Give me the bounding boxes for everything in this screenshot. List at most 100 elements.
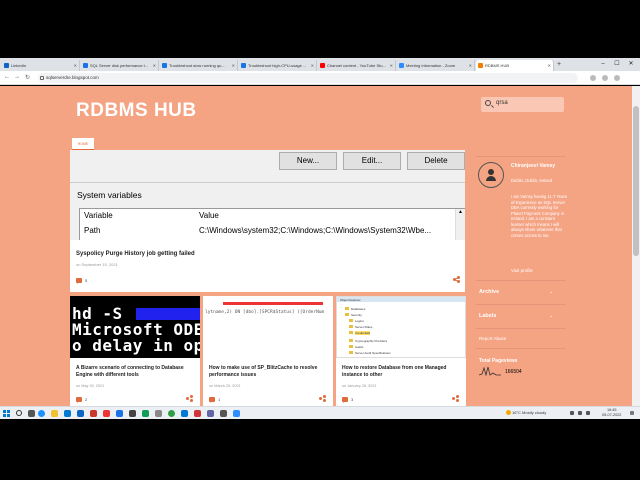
close-window-button[interactable]: ✕ <box>624 58 638 71</box>
task-view-icon[interactable] <box>28 410 35 417</box>
office-icon[interactable] <box>90 410 97 417</box>
minimize-button[interactable]: – <box>596 58 610 71</box>
menu-icon[interactable] <box>614 75 620 81</box>
tab-sql-disk[interactable]: SQL Server disk performance t... ✕ <box>81 60 159 71</box>
search-input[interactable]: qrsa <box>481 97 564 112</box>
chevron-down-icon[interactable]: ⌄ <box>549 289 553 295</box>
chrome-icon[interactable] <box>142 410 149 417</box>
microsoft-docs-icon <box>162 63 167 68</box>
post-card[interactable]: Object Explorer Databases Security Login… <box>336 296 466 406</box>
share-icon[interactable] <box>452 395 459 402</box>
share-icon[interactable] <box>186 395 193 402</box>
maximize-button[interactable]: ☐ <box>610 58 624 71</box>
back-arrow-icon[interactable]: ← <box>4 74 10 80</box>
system-clock[interactable]: 16:45 05-07-2022 <box>602 408 621 418</box>
post-date: on January 26, 2021 <box>342 384 377 388</box>
close-tab-icon[interactable]: ✕ <box>232 60 235 71</box>
comment-icon[interactable] <box>209 397 215 403</box>
powerpoint-icon[interactable] <box>194 410 201 417</box>
scroll-up-icon: ▲ <box>455 209 465 240</box>
avatar[interactable] <box>478 162 504 188</box>
close-tab-icon[interactable]: ✕ <box>153 60 156 71</box>
tab-youtube[interactable]: Channel content - YouTube Stu... ✕ <box>318 60 396 71</box>
user-body-icon <box>486 176 496 181</box>
weather-text: 16°C Mostly cloudy <box>512 410 547 415</box>
tab-zoom[interactable]: Meeting Information - Zoom ✕ <box>397 60 475 71</box>
profile-name[interactable]: Chiranjeevi Vamsy <box>511 163 566 170</box>
blog-page: RDBMS HUB qrsa HOME New... Edit... Delet… <box>0 86 640 406</box>
battery-icon[interactable] <box>586 411 590 415</box>
profile-icon[interactable] <box>602 75 608 81</box>
settings-icon[interactable] <box>155 410 162 417</box>
terminal-icon[interactable] <box>129 410 136 417</box>
taskbar: 16°C Mostly cloudy 16:45 05-07-2022 <box>0 406 640 419</box>
tab-linkedin[interactable]: LinkedIn ✕ <box>2 60 80 71</box>
windows-start-icon[interactable] <box>3 410 10 417</box>
chevron-down-icon[interactable]: ⌄ <box>549 313 553 319</box>
tab-rdbms-hub[interactable]: RDBMS HUB ✕ <box>476 60 554 71</box>
linkedin-icon <box>4 63 9 68</box>
tab-troubleshoot-slow[interactable]: Troubleshoot slow running qu... ✕ <box>160 60 238 71</box>
featured-post-date: on September 15, 2021 <box>76 262 118 267</box>
network-icon[interactable] <box>570 411 574 415</box>
post-title[interactable]: How to restore Database from one Managed… <box>342 365 460 379</box>
share-icon[interactable] <box>319 395 326 402</box>
reload-icon[interactable]: ↻ <box>25 74 30 81</box>
microsoft-docs-icon <box>83 63 88 68</box>
browser-tab-bar: LinkedIn ✕ SQL Server disk performance t.… <box>0 58 640 71</box>
post-title[interactable]: How to make use of SP_BlitzCache to reso… <box>209 365 327 379</box>
notification-icon[interactable] <box>630 411 634 415</box>
featured-post-title[interactable]: Syspolicy Purge History job getting fail… <box>76 251 195 257</box>
featured-post[interactable]: New... Edit... Delete System variables V… <box>70 150 465 292</box>
comment-icon[interactable] <box>76 278 82 284</box>
close-tab-icon[interactable]: ✕ <box>469 60 472 71</box>
mail-icon[interactable] <box>77 410 84 417</box>
app-icon[interactable] <box>103 410 110 417</box>
notepad-icon[interactable] <box>220 410 227 417</box>
tab-home[interactable]: HOME <box>72 138 94 150</box>
tab-label: Meeting Information - Zoom <box>406 63 456 68</box>
blog-title[interactable]: RDBMS HUB <box>76 100 197 122</box>
zoom-icon[interactable] <box>233 410 240 417</box>
close-tab-icon[interactable]: ✕ <box>311 60 314 71</box>
desktop-screen: LinkedIn ✕ SQL Server disk performance t.… <box>0 0 640 480</box>
share-icon[interactable] <box>453 276 460 283</box>
scrollbar-thumb[interactable] <box>633 106 639 256</box>
folder-icon <box>349 331 353 334</box>
comment-count: 5 <box>85 278 88 283</box>
comment-count: 1 <box>218 397 221 402</box>
file-explorer-icon[interactable] <box>51 410 58 417</box>
new-tab-button[interactable]: + <box>557 60 561 70</box>
edge-icon[interactable] <box>38 410 45 417</box>
weather-widget[interactable]: 16°C Mostly cloudy <box>506 410 547 415</box>
page-scrollbar[interactable] <box>632 86 640 406</box>
report-abuse-link[interactable]: Report Abuse <box>479 336 506 341</box>
thumbnail-titlebar: Object Explorer <box>337 297 465 302</box>
close-tab-icon[interactable]: ✕ <box>390 60 393 71</box>
teams-icon[interactable] <box>207 410 214 417</box>
thumbnail-text: Security <box>351 313 362 317</box>
comment-icon[interactable] <box>76 397 82 403</box>
close-tab-icon[interactable]: ✕ <box>548 60 551 71</box>
visit-profile-link[interactable]: Visit profile <box>511 268 533 273</box>
close-tab-icon[interactable]: ✕ <box>74 60 77 71</box>
extension-icon[interactable] <box>590 75 596 81</box>
volume-icon[interactable] <box>578 411 582 415</box>
ssms-icon[interactable] <box>181 410 188 417</box>
outlook-icon[interactable] <box>64 410 71 417</box>
highlight <box>223 302 323 305</box>
post-title[interactable]: A Bizarre scenario of connecting to Data… <box>76 365 194 379</box>
tab-label: Troubleshoot high-CPU-usage ... <box>248 63 307 68</box>
comment-icon[interactable] <box>342 397 348 403</box>
word-icon[interactable] <box>116 410 123 417</box>
chrome-active-icon[interactable] <box>168 410 175 417</box>
post-card[interactable]: lytname,2) ON [dbo].[SPCR$Status] ([Orde… <box>203 296 333 406</box>
search-icon[interactable] <box>16 410 22 416</box>
thumbnail-text: Logins <box>355 319 364 323</box>
labels-toggle[interactable]: Labels <box>479 313 496 319</box>
tab-troubleshoot-cpu[interactable]: Troubleshoot high-CPU-usage ... ✕ <box>239 60 317 71</box>
forward-arrow-icon[interactable]: → <box>14 74 20 80</box>
archive-toggle[interactable]: Archive <box>479 289 499 295</box>
post-card[interactable]: hd -S Microsoft ODE o delay in op A Biza… <box>70 296 200 406</box>
url-field[interactable]: sqlserverdre.blogspot.com <box>38 73 578 83</box>
